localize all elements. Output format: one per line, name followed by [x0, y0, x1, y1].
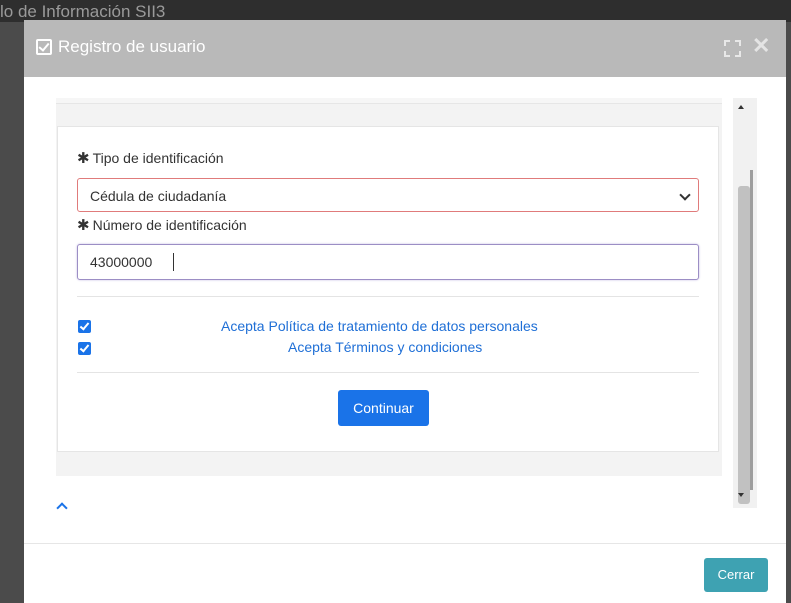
- tipo-identificacion-select[interactable]: Cédula de ciudadanía: [77, 178, 699, 212]
- continuar-button[interactable]: Continuar: [338, 390, 429, 426]
- scrollbar-thumb[interactable]: [738, 186, 750, 504]
- scroll-up-arrow-icon[interactable]: [738, 105, 744, 109]
- divider: [77, 296, 699, 297]
- scrollbar-thumb-edge: [750, 170, 753, 490]
- numero-identificacion-input[interactable]: 43000000: [77, 244, 699, 280]
- required-icon: ✱: [77, 217, 90, 234]
- divider: [77, 372, 699, 373]
- form-card: ✱ Tipo de identificación Cédula de ciudad…: [57, 126, 719, 452]
- terminos-link[interactable]: Acepta Términos y condiciones: [288, 339, 482, 355]
- registration-modal: Registro de usuario ✕ ✱ Tipo de identific…: [24, 20, 786, 603]
- modal-title: Registro de usuario: [58, 37, 206, 56]
- tipo-identificacion-label: ✱ Tipo de identificación: [77, 150, 224, 167]
- chevron-up-icon[interactable]: [56, 502, 68, 514]
- modal-header: Registro de usuario ✕: [24, 20, 786, 77]
- politica-link[interactable]: Acepta Política de tratamiento de datos …: [221, 318, 538, 334]
- input-value: 43000000: [90, 254, 153, 270]
- chevron-down-icon: [679, 189, 691, 201]
- expand-icon[interactable]: [724, 40, 741, 57]
- politica-checkbox[interactable]: [78, 320, 91, 333]
- modal-footer-divider: [24, 543, 786, 544]
- background-page-title: lo de Información SII3: [0, 2, 166, 21]
- text-caret: [173, 253, 174, 271]
- scroll-down-arrow-icon[interactable]: [738, 493, 744, 497]
- select-value: Cédula de ciudadanía: [90, 188, 227, 204]
- required-icon: ✱: [77, 150, 90, 167]
- close-icon[interactable]: ✕: [752, 33, 770, 59]
- background-page-header: lo de Información SII3: [0, 0, 791, 22]
- terminos-checkbox[interactable]: [78, 342, 91, 355]
- panel-top-divider: [56, 98, 722, 104]
- cerrar-button[interactable]: Cerrar: [704, 558, 768, 592]
- numero-identificacion-label: ✱ Número de identificación: [77, 217, 247, 234]
- checkbox-icon: [36, 39, 52, 55]
